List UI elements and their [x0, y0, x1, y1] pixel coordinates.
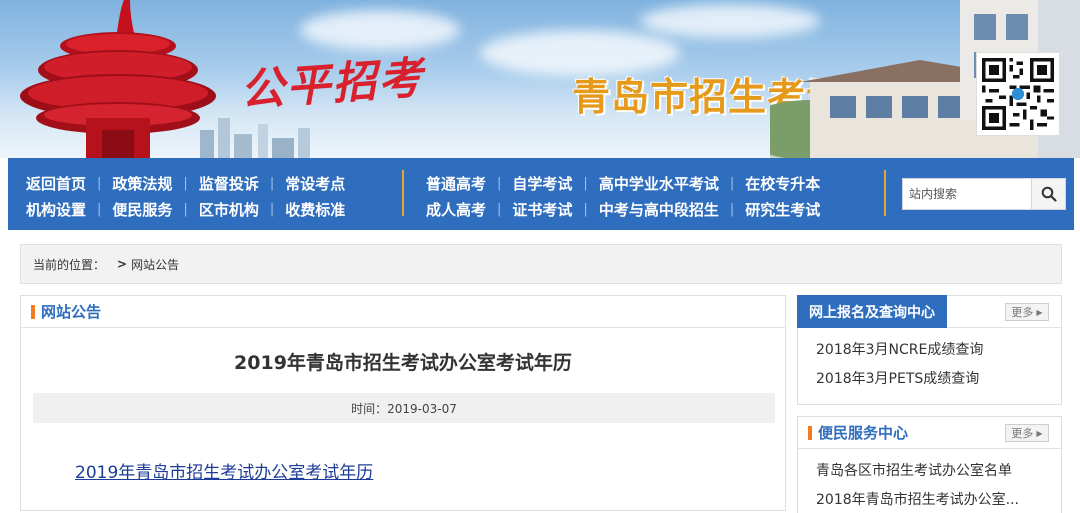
nav-postgraduate[interactable]: 研究生考试: [745, 199, 820, 220]
slogan-calligraphy: 公平招考: [238, 52, 426, 117]
nav-organization[interactable]: 机构设置: [26, 199, 86, 220]
nav-divider: [402, 170, 404, 216]
nav-gaokao[interactable]: 普通高考: [426, 173, 486, 194]
breadcrumb-arrow: >: [117, 257, 128, 271]
caret-right-icon: ▶: [1036, 428, 1043, 438]
nav-district-offices[interactable]: 区市机构: [199, 199, 259, 220]
panel-title: 便民服务中心: [818, 424, 909, 442]
breadcrumb-label: 当前的位置：: [33, 257, 106, 272]
nav-policy[interactable]: 政策法规: [112, 173, 172, 194]
article-attachment-link[interactable]: 2019年青岛市招生考试办公室考试年历: [75, 458, 373, 483]
article-title: 2019年青岛市招生考试办公室考试年历: [234, 352, 572, 374]
nav-group-general: 返回首页 | 政策法规 | 监督投诉 | 常设考点 机构设置 | 便民服务 | 区市机构 |…: [26, 170, 345, 222]
more-button[interactable]: 更多 ▶: [1005, 424, 1049, 442]
nav-upgrade[interactable]: 在校专升本: [745, 173, 820, 194]
nav-certificate[interactable]: 证书考试: [512, 199, 572, 220]
nav-row: 返回首页 | 政策法规 | 监督投诉 | 常设考点: [26, 173, 346, 194]
search-input[interactable]: [903, 179, 1031, 209]
list-item[interactable]: 2018年青岛市招生考试办公室...: [816, 486, 1061, 513]
nav-row: 普通高考 | 自学考试 | 高中学业水平考试 | 在校专升本: [426, 173, 821, 194]
more-button[interactable]: 更多 ▶: [1005, 303, 1049, 321]
service-list: 青岛各区市招生考试办公室名单 2018年青岛市招生考试办公室...: [798, 449, 1061, 513]
article-panel: 网站公告 2019年青岛市招生考试办公室考试年历 时间：2019-03-07 2…: [20, 295, 786, 511]
nav-home[interactable]: 返回首页: [26, 173, 86, 194]
section-marker: [31, 304, 35, 319]
panel-title: 网上报名及查询中心: [797, 295, 947, 328]
search-box: [902, 178, 1066, 210]
list-item[interactable]: 青岛各区市招生考试办公室名单: [816, 457, 1061, 486]
breadcrumb: 当前的位置： > 网站公告: [20, 244, 1062, 284]
nav-services[interactable]: 便民服务: [112, 199, 172, 220]
online-registration-panel: 网上报名及查询中心 更多 ▶ 2018年3月NCRE成绩查询 2018年3月PET…: [797, 295, 1062, 405]
city-skyline-image: [200, 118, 310, 158]
nav-self-study[interactable]: 自学考试: [512, 173, 572, 194]
query-list: 2018年3月NCRE成绩查询 2018年3月PETS成绩查询: [798, 328, 1061, 394]
qr-code-image: [976, 52, 1060, 136]
list-item[interactable]: 2018年3月NCRE成绩查询: [816, 336, 1061, 365]
section-marker: [808, 425, 812, 440]
more-label: 更多: [1011, 427, 1034, 440]
service-center-panel: 便民服务中心 更多 ▶ 青岛各区市招生考试办公室名单 2018年青岛市招生考试办公…: [797, 416, 1062, 513]
nav-row: 成人高考 | 证书考试 | 中考与高中段招生 | 研究生考试: [426, 199, 821, 220]
header-banner: 公平招考 青岛市招生考试办公室: [0, 0, 1080, 158]
search-button[interactable]: [1031, 179, 1065, 209]
nav-complaint[interactable]: 监督投诉: [199, 173, 259, 194]
main-navigation: 返回首页 | 政策法规 | 监督投诉 | 常设考点 机构设置 | 便民服务 | 区市机构 |…: [8, 158, 1074, 230]
search-icon: [1041, 186, 1057, 202]
article-date: 时间：2019-03-07: [33, 393, 775, 423]
caret-right-icon: ▶: [1036, 307, 1043, 317]
panel-header: 便民服务中心 更多 ▶: [798, 417, 1061, 449]
nav-group-exams: 普通高考 | 自学考试 | 高中学业水平考试 | 在校专升本 成人高考 | 证书考试 | …: [426, 170, 820, 222]
nav-adult-exam[interactable]: 成人高考: [426, 199, 486, 220]
nav-zhongkao[interactable]: 中考与高中段招生: [599, 199, 719, 220]
more-label: 更多: [1011, 306, 1034, 319]
nav-exam-sites[interactable]: 常设考点: [285, 173, 345, 194]
panel-header: 网上报名及查询中心 更多 ▶: [797, 295, 1061, 328]
section-title: 网站公告: [41, 303, 102, 321]
breadcrumb-current[interactable]: 网站公告: [131, 256, 179, 273]
nav-academic-level[interactable]: 高中学业水平考试: [599, 173, 719, 194]
nav-divider: [884, 170, 886, 216]
nav-row: 机构设置 | 便民服务 | 区市机构 | 收费标准: [26, 199, 346, 220]
nav-fees[interactable]: 收费标准: [285, 199, 345, 220]
list-item[interactable]: 2018年3月PETS成绩查询: [816, 365, 1061, 394]
panel-header: 网站公告: [21, 296, 785, 328]
